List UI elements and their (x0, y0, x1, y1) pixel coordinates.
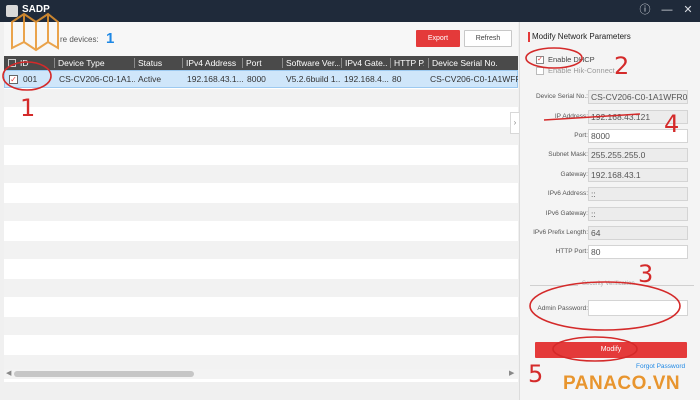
cell-device-type: CS-CV206-C0-1A1... (59, 74, 135, 84)
device-table-body: ✓ 001 CS-CV206-C0-1A1... Active 192.168.… (4, 70, 518, 380)
column-header[interactable]: Status (138, 58, 182, 68)
close-button[interactable]: ✕ (681, 3, 695, 17)
empty-row (4, 241, 518, 259)
cell-gateway: 192.168.4... (344, 74, 389, 84)
online-devices-label: re devices: (60, 35, 99, 44)
cell-http-port: 80 (392, 74, 402, 84)
panel-title: Modify Network Parameters (532, 32, 631, 41)
serial-field: CS-CV206-C0-1A1WFR002( (588, 90, 688, 104)
cell-id: 001 (23, 74, 38, 84)
port-label: Port: (574, 132, 588, 139)
column-header[interactable]: Software Ver... (286, 58, 340, 68)
app-title: SADP (22, 4, 50, 15)
cell-port: 8000 (247, 74, 266, 84)
refresh-button[interactable]: Refresh (464, 30, 512, 47)
http-port-field[interactable]: 80 (588, 245, 688, 259)
cell-ipv4: 192.168.43.1... (187, 74, 243, 84)
empty-row (4, 89, 518, 107)
device-list-toolbar: re devices: 1 Export Refresh (4, 22, 518, 56)
column-divider[interactable] (282, 58, 283, 68)
sadp-window: SADP ⓘ — ✕ re devices: 1 Export Refresh … (0, 0, 700, 400)
column-header[interactable]: Device Serial No. (432, 58, 518, 68)
select-all-checkbox[interactable] (8, 59, 16, 67)
enable-hik-connect-label[interactable]: Enable Hik-Connect (548, 66, 615, 75)
empty-row (4, 127, 518, 145)
device-list-pane: re devices: 1 Export Refresh ID Device T… (4, 22, 518, 382)
subnet-mask-label: Subnet Mask: (548, 151, 588, 158)
ipv6-address-field[interactable]: :: (588, 187, 688, 201)
online-devices-count: 1 (106, 30, 115, 47)
column-divider[interactable] (54, 58, 55, 68)
ipv6-address-label: IPv6 Address: (547, 190, 588, 197)
empty-row (4, 203, 518, 221)
empty-row (4, 317, 518, 335)
cell-software: V5.2.6build 1... (286, 74, 341, 84)
column-header[interactable]: HTTP P... (394, 58, 424, 68)
http-port-label: HTTP Port: (555, 248, 588, 255)
scrollbar-thumb[interactable] (14, 371, 194, 377)
column-header[interactable]: Device Type (58, 58, 132, 68)
empty-row (4, 222, 518, 240)
empty-row (4, 279, 518, 297)
forgot-password-link[interactable]: Forgot Password (636, 363, 685, 370)
modify-button[interactable]: Modify (535, 342, 687, 358)
serial-label: Device Serial No.: (535, 93, 588, 100)
ip-address-field[interactable]: 192.168.43.121 (588, 110, 688, 124)
port-field[interactable]: 8000 (588, 129, 688, 143)
empty-row (4, 260, 518, 278)
column-divider[interactable] (242, 58, 243, 68)
column-divider[interactable] (341, 58, 342, 68)
divider (646, 285, 694, 286)
scroll-right-icon[interactable]: ▶ (509, 369, 514, 377)
panel-title-accent (528, 32, 530, 42)
cell-status: Active (138, 74, 162, 84)
empty-row (4, 298, 518, 316)
divider (530, 285, 578, 286)
enable-dhcp-checkbox[interactable]: ✓ (536, 56, 544, 64)
ipv6-prefix-label: IPv6 Prefix Length: (533, 229, 588, 236)
column-divider[interactable] (134, 58, 135, 68)
column-divider[interactable] (182, 58, 183, 68)
column-header[interactable]: ID (20, 58, 50, 68)
scroll-left-icon[interactable]: ◀ (6, 369, 11, 377)
gateway-label: Gateway: (560, 171, 588, 178)
device-table-header: ID Device Type Status IPv4 Address Port … (4, 56, 518, 70)
empty-row (4, 336, 518, 354)
column-header[interactable]: Port (246, 58, 280, 68)
admin-password-field[interactable] (588, 300, 688, 316)
ipv6-prefix-field[interactable]: 64 (588, 226, 688, 240)
security-verification-label: Security Verification (582, 281, 635, 287)
ip-address-label: IP Address: (554, 113, 588, 120)
title-bar: SADP ⓘ — ✕ (0, 0, 700, 22)
row-checkbox[interactable]: ✓ (9, 75, 18, 84)
column-header[interactable]: IPv4 Gate... (345, 58, 387, 68)
modify-network-panel: Modify Network Parameters ✓ Enable DHCP … (519, 22, 700, 400)
ipv6-gateway-label: IPv6 Gateway: (545, 210, 588, 217)
horizontal-scrollbar[interactable]: ◀ ▶ (4, 369, 518, 379)
enable-hik-connect-checkbox[interactable] (536, 67, 544, 75)
export-button[interactable]: Export (416, 30, 460, 47)
enable-dhcp-label[interactable]: Enable DHCP (548, 55, 595, 64)
cell-serial: CS-CV206-C0-1A1WFR0... (430, 74, 518, 84)
column-divider[interactable] (390, 58, 391, 68)
empty-row (4, 165, 518, 183)
column-header[interactable]: IPv4 Address (186, 58, 240, 68)
ipv6-gateway-field[interactable]: :: (588, 207, 688, 221)
info-icon[interactable]: ⓘ (638, 3, 652, 17)
brand-watermark: PANACO.VN (563, 373, 681, 394)
minimize-button[interactable]: — (660, 3, 674, 17)
gateway-field[interactable]: 192.168.43.1 (588, 168, 688, 182)
table-row[interactable]: ✓ 001 CS-CV206-C0-1A1... Active 192.168.… (4, 70, 518, 88)
admin-password-label: Admin Password: (537, 305, 588, 312)
empty-row (4, 184, 518, 202)
empty-row (4, 108, 518, 126)
empty-row (4, 146, 518, 164)
subnet-mask-field[interactable]: 255.255.255.0 (588, 148, 688, 162)
column-divider[interactable] (428, 58, 429, 68)
app-logo-icon (6, 5, 18, 17)
